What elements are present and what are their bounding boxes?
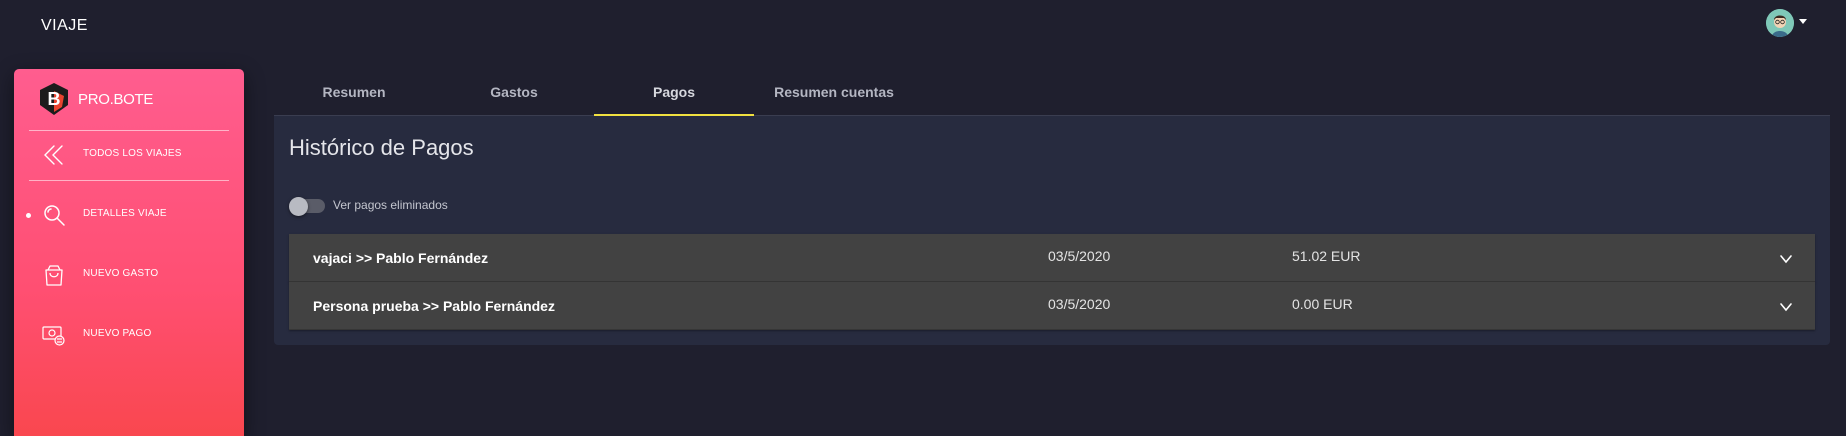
search-icon [44, 205, 65, 226]
sidebar-item-nuevo-pago[interactable]: NUEVO PAGO [14, 314, 244, 354]
sidebar-item-label: NUEVO GASTO [83, 268, 159, 279]
sidebar-divider [29, 130, 229, 131]
tab-resumen-cuentas[interactable]: Resumen cuentas [754, 76, 914, 116]
chevron-down-icon[interactable] [1779, 300, 1793, 314]
toggle-thumb [289, 197, 308, 216]
sidebar-item-nuevo-gasto[interactable]: NUEVO GASTO [14, 254, 244, 294]
money-icon [42, 326, 65, 346]
panel-title: Histórico de Pagos [289, 135, 474, 160]
chevron-down-icon[interactable] [1779, 252, 1793, 266]
top-bar: VIAJE [0, 0, 1846, 52]
show-deleted-toggle[interactable] [289, 197, 325, 216]
double-chevron-left-icon [44, 145, 63, 165]
tab-bar: Resumen Gastos Pagos Resumen cuentas [274, 76, 1830, 116]
payment-amount: 0.00 EUR [1292, 296, 1353, 312]
payments-list: vajaci >> Pablo Fernández 03/5/2020 51.0… [289, 234, 1815, 330]
sidebar-divider [29, 180, 229, 181]
active-indicator [26, 213, 31, 218]
page-title: VIAJE [41, 17, 88, 34]
payment-parties: vajaci >> Pablo Fernández [313, 250, 489, 266]
shopping-bag-icon [45, 265, 63, 286]
payment-row[interactable]: Persona prueba >> Pablo Fernández 03/5/2… [289, 282, 1815, 330]
tab-pagos[interactable]: Pagos [594, 76, 754, 116]
sidebar-item-todos-los-viajes[interactable]: TODOS LOS VIAJES [14, 134, 244, 174]
payment-row[interactable]: vajaci >> Pablo Fernández 03/5/2020 51.0… [289, 234, 1815, 282]
svg-text:B: B [48, 89, 61, 109]
sidebar: B PRO.BOTE TODOS LOS VIAJES DETALLES VIA… [14, 69, 244, 436]
tab-gastos[interactable]: Gastos [434, 76, 594, 116]
payment-date: 03/5/2020 [1048, 248, 1111, 264]
payments-panel: Histórico de Pagos Ver pagos eliminados … [274, 116, 1830, 345]
brand-name: PRO.BOTE [78, 90, 154, 108]
sidebar-item-label: TODOS LOS VIAJES [83, 148, 182, 159]
user-menu-caret-icon[interactable] [1799, 19, 1807, 24]
payment-parties: Persona prueba >> Pablo Fernández [313, 298, 555, 314]
payment-date: 03/5/2020 [1048, 296, 1111, 312]
user-avatar-icon[interactable] [1766, 9, 1794, 37]
sidebar-item-detalles-viaje[interactable]: DETALLES VIAJE [14, 194, 244, 234]
brand-logo-icon: B [40, 83, 68, 115]
payment-amount: 51.02 EUR [1292, 248, 1361, 264]
brand[interactable]: B PRO.BOTE [36, 81, 153, 117]
sidebar-item-label: NUEVO PAGO [83, 328, 152, 339]
toggle-label: Ver pagos eliminados [333, 198, 448, 212]
sidebar-item-label: DETALLES VIAJE [83, 208, 167, 219]
tab-resumen[interactable]: Resumen [274, 76, 434, 116]
